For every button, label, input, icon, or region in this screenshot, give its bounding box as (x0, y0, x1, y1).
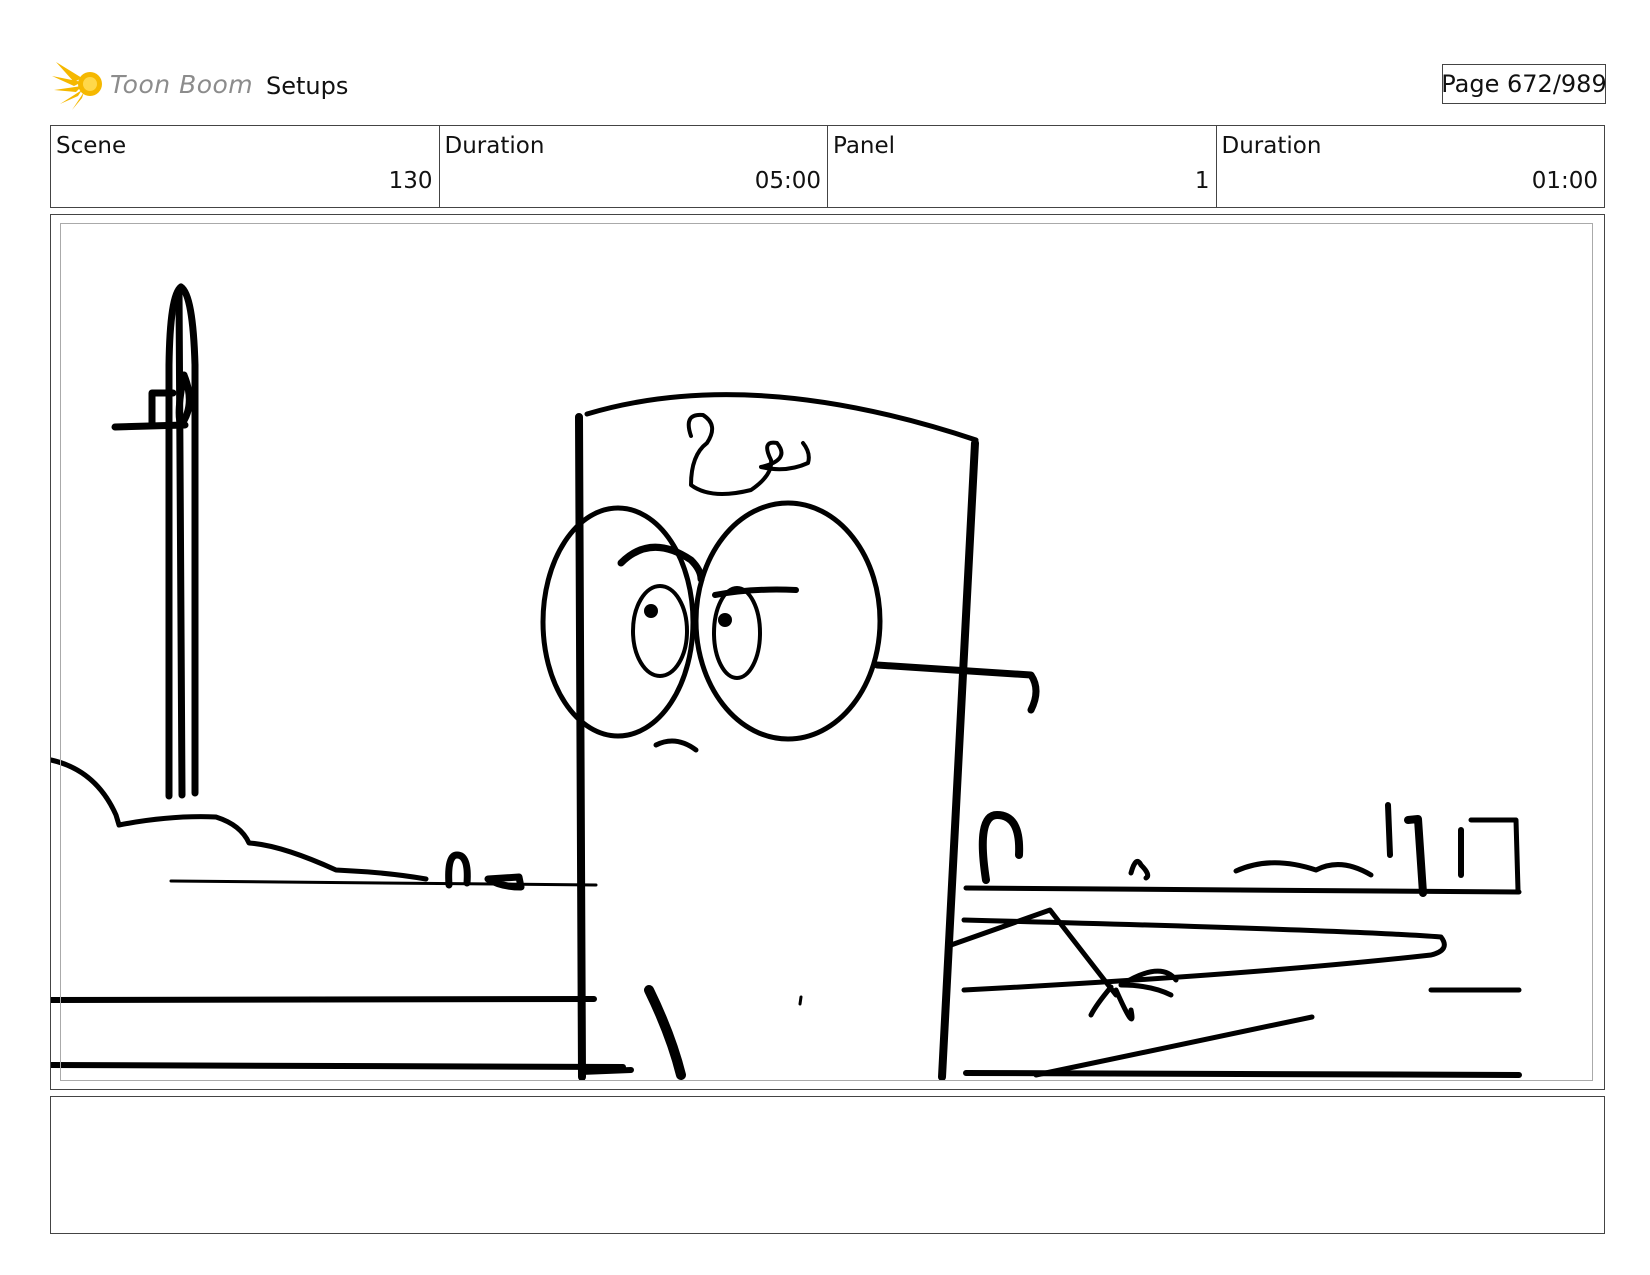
scene-duration-cell: Duration 05:00 (440, 126, 828, 207)
scene-value: 130 (388, 168, 433, 194)
panel-cell: Panel 1 (828, 126, 1217, 207)
star-burst-icon (52, 62, 102, 110)
left-landscape-sketch (51, 757, 626, 1070)
logo-text: Toon Boom (110, 70, 254, 99)
scene-label: Scene (56, 133, 127, 159)
page-indicator: Page 672/989 (1441, 64, 1607, 104)
panel-duration-label: Duration (1221, 133, 1322, 159)
toon-boom-logo: Toon Boom (52, 56, 254, 112)
character-sketch (540, 392, 1040, 1081)
scene-duration-value: 05:00 (754, 168, 821, 194)
storyboard-sketch (51, 283, 1522, 1081)
tower-sketch (111, 283, 199, 800)
panel-duration-cell: Duration 01:00 (1217, 126, 1605, 207)
storyboard-panel (50, 214, 1605, 1090)
panel-value: 1 (1194, 168, 1210, 194)
panel-duration-value: 01:00 (1531, 168, 1598, 194)
panel-label: Panel (833, 133, 896, 159)
document-title: Setups (266, 72, 349, 100)
panel-notes-box (50, 1096, 1605, 1234)
scene-duration-label: Duration (444, 133, 545, 159)
scene-cell: Scene 130 (51, 126, 440, 207)
scene-info-row: Scene 130 Duration 05:00 Panel 1 Duratio… (50, 125, 1605, 208)
right-landscape-sketch (948, 802, 1522, 1078)
